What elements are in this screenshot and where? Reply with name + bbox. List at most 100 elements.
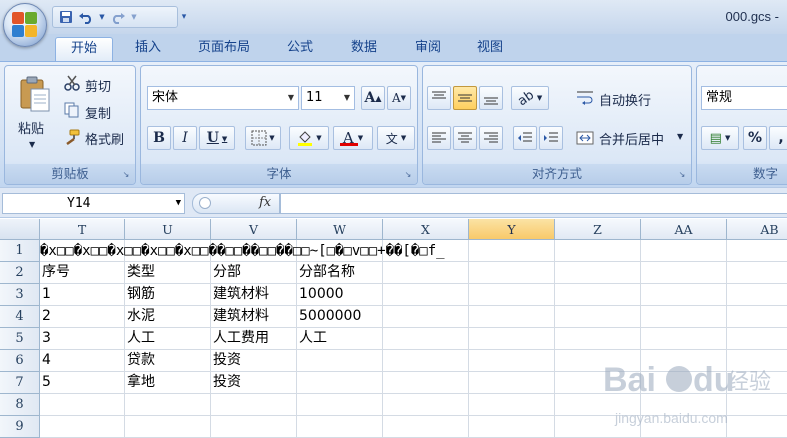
dialog-launcher-icon[interactable]: ↘	[677, 170, 687, 180]
accounting-format-button[interactable]: ▤ ▼	[701, 126, 739, 150]
cell-v7[interactable]: 投资	[211, 372, 297, 394]
column-header-y[interactable]: Y	[469, 219, 555, 240]
bold-button[interactable]: B	[147, 126, 171, 150]
cell-x8[interactable]	[383, 394, 469, 416]
cell-x7[interactable]	[383, 372, 469, 394]
cell-y4[interactable]	[469, 306, 555, 328]
row-header-1[interactable]: 1	[0, 240, 40, 262]
dialog-launcher-icon[interactable]: ↘	[403, 170, 413, 180]
cell-y9[interactable]	[469, 416, 555, 438]
row-header-7[interactable]: 7	[0, 372, 40, 394]
cell-aa4[interactable]	[641, 306, 727, 328]
column-header-t[interactable]: T	[40, 219, 125, 240]
row-header-3[interactable]: 3	[0, 284, 40, 306]
cell-aa3[interactable]	[641, 284, 727, 306]
undo-icon[interactable]	[78, 9, 94, 25]
redo-icon[interactable]	[110, 9, 126, 25]
cell-w3[interactable]: 10000	[297, 284, 383, 306]
cell-x5[interactable]	[383, 328, 469, 350]
cell-w8[interactable]	[297, 394, 383, 416]
row-header-2[interactable]: 2	[0, 262, 40, 284]
cell-y3[interactable]	[469, 284, 555, 306]
row-header-4[interactable]: 4	[0, 306, 40, 328]
cell-w9[interactable]	[297, 416, 383, 438]
cell-t5[interactable]: 3	[40, 328, 125, 350]
cell-ab5[interactable]	[727, 328, 787, 350]
redo-dropdown-icon[interactable]: ▼	[130, 9, 138, 25]
cell-w7[interactable]	[297, 372, 383, 394]
cell-u4[interactable]: 水泥	[125, 306, 211, 328]
undo-dropdown-icon[interactable]: ▼	[98, 9, 106, 25]
cell-z3[interactable]	[555, 284, 641, 306]
name-box[interactable]: Y14 ▼	[2, 193, 185, 214]
cell-aa5[interactable]	[641, 328, 727, 350]
percent-button[interactable]: %	[743, 126, 767, 150]
column-header-v[interactable]: V	[211, 219, 297, 240]
cell-y6[interactable]	[469, 350, 555, 372]
chevron-down-icon[interactable]: ▼	[340, 87, 354, 109]
column-header-w[interactable]: W	[297, 219, 383, 240]
decrease-indent-button[interactable]	[513, 126, 537, 150]
cell-u2[interactable]: 类型	[125, 262, 211, 284]
cell-v5[interactable]: 人工费用	[211, 328, 297, 350]
tab-data[interactable]: 数据	[336, 37, 392, 61]
cell-z2[interactable]	[555, 262, 641, 284]
cell-t9[interactable]	[40, 416, 125, 438]
cell-v3[interactable]: 建筑材料	[211, 284, 297, 306]
cell-z5[interactable]	[555, 328, 641, 350]
grow-font-button[interactable]: A ▲	[361, 86, 385, 110]
shrink-font-button[interactable]: A ▼	[387, 86, 411, 110]
cell-v2[interactable]: 分部	[211, 262, 297, 284]
cell-y2[interactable]	[469, 262, 555, 284]
cell-t4[interactable]: 2	[40, 306, 125, 328]
align-left-button[interactable]	[427, 126, 451, 150]
paste-label[interactable]: 粘贴	[18, 118, 44, 137]
tab-page-layout[interactable]: 页面布局	[184, 37, 264, 61]
wrap-text-button[interactable]: 自动换行	[599, 90, 651, 109]
phonetic-button[interactable]: 文 ▼	[377, 126, 415, 150]
cell-u3[interactable]: 钢筋	[125, 284, 211, 306]
orientation-button[interactable]: ab ▼	[511, 86, 549, 110]
align-center-button[interactable]	[453, 126, 477, 150]
column-header-u[interactable]: U	[125, 219, 211, 240]
cell-ab3[interactable]	[727, 284, 787, 306]
column-header-z[interactable]: Z	[555, 219, 641, 240]
cell-u7[interactable]: 拿地	[125, 372, 211, 394]
align-middle-button[interactable]	[453, 86, 477, 110]
cell-y5[interactable]	[469, 328, 555, 350]
italic-button[interactable]: I	[173, 126, 197, 150]
column-header-aa[interactable]: AA	[641, 219, 727, 240]
tab-view[interactable]: 视图	[462, 37, 518, 61]
font-name-select[interactable]: 宋体 ▼	[147, 86, 299, 110]
cell-t2[interactable]: 序号	[40, 262, 125, 284]
tab-insert[interactable]: 插入	[120, 37, 176, 61]
paste-icon[interactable]	[17, 74, 53, 114]
cell-x4[interactable]	[383, 306, 469, 328]
cell-u9[interactable]	[125, 416, 211, 438]
chevron-down-icon[interactable]: ▼	[284, 87, 298, 109]
dialog-launcher-icon[interactable]: ↘	[121, 170, 131, 180]
underline-button[interactable]: U ▼	[199, 126, 235, 150]
borders-button[interactable]: ▼	[245, 126, 281, 150]
cell-x2[interactable]	[383, 262, 469, 284]
align-bottom-button[interactable]	[479, 86, 503, 110]
cell-v4[interactable]: 建筑材料	[211, 306, 297, 328]
cell-x6[interactable]	[383, 350, 469, 372]
column-header-ab[interactable]: AB	[727, 219, 787, 240]
row-header-9[interactable]: 9	[0, 416, 40, 438]
comma-style-button[interactable]: ,	[769, 126, 787, 150]
font-color-button[interactable]: A ▼	[333, 126, 373, 150]
cell-w4[interactable]: 5000000	[297, 306, 383, 328]
cell-w6[interactable]	[297, 350, 383, 372]
tab-review[interactable]: 审阅	[400, 37, 456, 61]
number-format-select[interactable]: 常规	[701, 86, 787, 110]
column-header-x[interactable]: X	[383, 219, 469, 240]
cell-x9[interactable]	[383, 416, 469, 438]
align-right-button[interactable]	[479, 126, 503, 150]
row-header-6[interactable]: 6	[0, 350, 40, 372]
office-button[interactable]	[3, 3, 47, 47]
row-header-8[interactable]: 8	[0, 394, 40, 416]
cell-aa2[interactable]	[641, 262, 727, 284]
cell-ab2[interactable]	[727, 262, 787, 284]
align-top-button[interactable]	[427, 86, 451, 110]
